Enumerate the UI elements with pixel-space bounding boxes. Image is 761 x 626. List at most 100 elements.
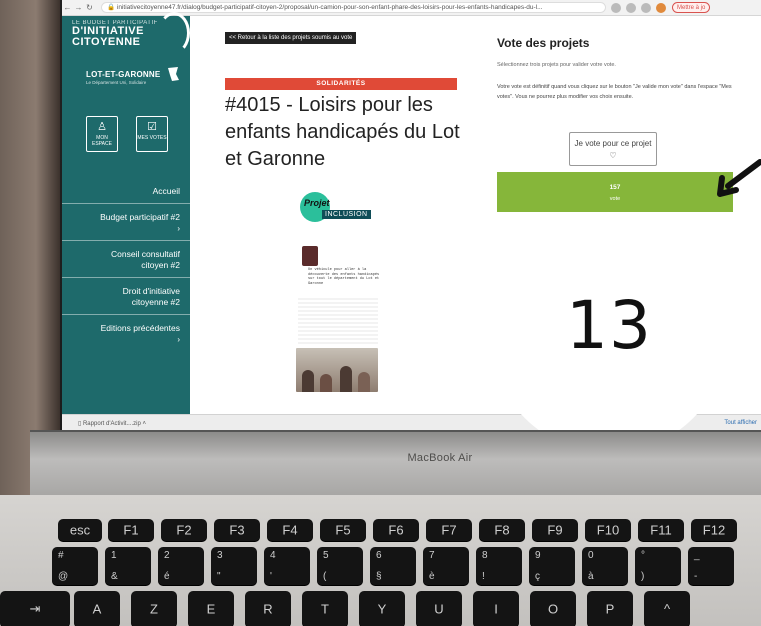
key-⇥[interactable]: ⇥ [0, 591, 70, 626]
key-f5[interactable]: F5 [320, 519, 366, 541]
key-label: ' [270, 571, 272, 582]
key-1[interactable]: 1 & [105, 547, 151, 585]
key-f1[interactable]: F1 [108, 519, 154, 541]
vote-for-project-button[interactable]: Je vote pour ce projet ♡ [569, 132, 657, 166]
sidebar-item-budget-participatif[interactable]: Budget participatif #2 › [62, 203, 190, 240]
back-to-list-link[interactable]: << Retour à la liste des projets soumis … [225, 32, 357, 44]
key-f10[interactable]: F10 [585, 519, 631, 541]
key-5[interactable]: 5( [317, 547, 363, 585]
vote-button-label: Je vote pour ce projet [574, 139, 652, 148]
key-2[interactable]: 2é [158, 547, 204, 585]
key-^[interactable]: ^ [644, 591, 690, 626]
poster-logo-word-2: INCLUSION [322, 210, 371, 219]
sidebar-item-accueil[interactable]: Accueil [62, 178, 190, 203]
download-item[interactable]: ▯ Rapport d'Activit....zip ˄ [78, 420, 146, 427]
puzzle-icon[interactable] [641, 2, 651, 13]
forward-arrow-icon[interactable]: → [73, 3, 84, 12]
profile-avatar[interactable] [656, 2, 666, 13]
key-label: 7 [429, 550, 435, 561]
key-f11[interactable]: F11 [638, 519, 684, 541]
key-label: Z [150, 601, 158, 617]
key-label: ° [641, 550, 645, 561]
key-0[interactable]: # @ [52, 547, 98, 585]
chevron-up-icon: ˄ [140, 421, 146, 427]
key-label: è [429, 571, 435, 582]
photo-person [302, 370, 314, 392]
key-f7[interactable]: F7 [426, 519, 472, 541]
key-f9[interactable]: F9 [532, 519, 578, 541]
key-p[interactable]: P [587, 591, 633, 626]
key-label: U [434, 601, 444, 617]
key-label: F9 [547, 522, 563, 538]
sidebar-item-editions-precedentes[interactable]: Editions précédentes › [62, 314, 190, 351]
key-label: F6 [388, 522, 404, 538]
key-e[interactable]: E [188, 591, 234, 626]
my-votes-button[interactable]: ☑ MES VOTES [136, 116, 168, 152]
update-browser-button[interactable]: Mettre à jo [672, 2, 711, 13]
sidebar-item-conseil-consultatif[interactable]: Conseil consultatif citoyen #2 [62, 240, 190, 277]
project-title: #4015 - Loisirs pour les enfants handica… [225, 94, 460, 170]
laptop-brand: MacBook Air [407, 452, 473, 464]
laptop-lid-edge [0, 0, 60, 500]
key-label: F10 [596, 522, 620, 538]
show-all-downloads-link[interactable]: Tout afficher [724, 420, 757, 426]
poster-photo [296, 348, 378, 392]
key-f12[interactable]: F12 [691, 519, 737, 541]
key-label: " [217, 571, 221, 582]
photo-person [340, 366, 352, 392]
key-o[interactable]: O [530, 591, 576, 626]
key-label: ( [323, 571, 327, 582]
key-3[interactable]: 3 " [211, 547, 257, 585]
key-label: R [263, 601, 273, 617]
key-f2[interactable]: F2 [161, 519, 207, 541]
key-y[interactable]: Y [359, 591, 405, 626]
key-8[interactable]: 8! [476, 547, 522, 585]
poster-logo-word-1: Projet [304, 198, 330, 208]
lock-icon: 🔒 [107, 4, 117, 11]
key-10[interactable]: 0à [582, 547, 628, 585]
key-label: 1 [111, 550, 117, 561]
key-6[interactable]: 6 § [370, 547, 416, 585]
key-9[interactable]: 9ç [529, 547, 575, 585]
key-a[interactable]: A [74, 591, 120, 626]
reload-icon[interactable]: ↻ [84, 3, 95, 12]
key-7[interactable]: 7è [423, 547, 469, 585]
key-u[interactable]: U [416, 591, 462, 626]
site-logo[interactable]: LE BUDGET PARTICIPATIF D'INITIATIVE CITO… [72, 12, 190, 54]
key-r[interactable]: R [245, 591, 291, 626]
key-label: O [547, 601, 559, 617]
back-arrow-icon[interactable]: ← [62, 3, 73, 12]
key-label: # [58, 550, 64, 561]
key-t[interactable]: T [302, 591, 348, 626]
key-11[interactable]: °) [635, 547, 681, 585]
poster-text: Un véhicule pour aller à la découverte d… [308, 268, 380, 286]
key-f3[interactable]: F3 [214, 519, 260, 541]
address-bar-url: initiativecitoyenne47.fr/dialog/budget-p… [116, 4, 543, 11]
star-icon[interactable] [611, 2, 621, 13]
vote-instruction: Sélectionnez trois projets pour valider … [497, 62, 616, 68]
key-label: 6 [376, 550, 382, 561]
key-f4[interactable]: F4 [267, 519, 313, 541]
key-i[interactable]: I [473, 591, 519, 626]
sticker-number: 13 [566, 287, 652, 364]
key-f8[interactable]: F8 [479, 519, 525, 541]
department-name: LOT-ET-GARONNE [86, 70, 161, 79]
my-space-button[interactable]: ♙ MON ESPACE [86, 116, 118, 152]
key-label: 8 [482, 550, 488, 561]
key-label: F2 [176, 522, 192, 538]
download-filename: Rapport d'Activit....zip [82, 421, 141, 427]
project-poster-image[interactable]: Projet INCLUSION Un véhicule pour aller … [294, 188, 384, 398]
sidebar-menu: Accueil Budget participatif #2 › Conseil… [62, 178, 190, 351]
poster-faint-text [298, 298, 378, 346]
key-4[interactable]: 4 ' [264, 547, 310, 585]
key-f6[interactable]: F6 [373, 519, 419, 541]
key-label: F12 [702, 522, 726, 538]
key-12[interactable]: _ - [688, 547, 734, 585]
key-esc[interactable]: esc [58, 519, 102, 541]
key-label: ç [535, 571, 540, 582]
sidebar-item-droit-initiative[interactable]: Droit d'initiative citoyenne #2 [62, 277, 190, 314]
key-label: F3 [229, 522, 245, 538]
key-label: F7 [441, 522, 457, 538]
extension-icon[interactable] [626, 2, 636, 13]
key-z[interactable]: Z [131, 591, 177, 626]
